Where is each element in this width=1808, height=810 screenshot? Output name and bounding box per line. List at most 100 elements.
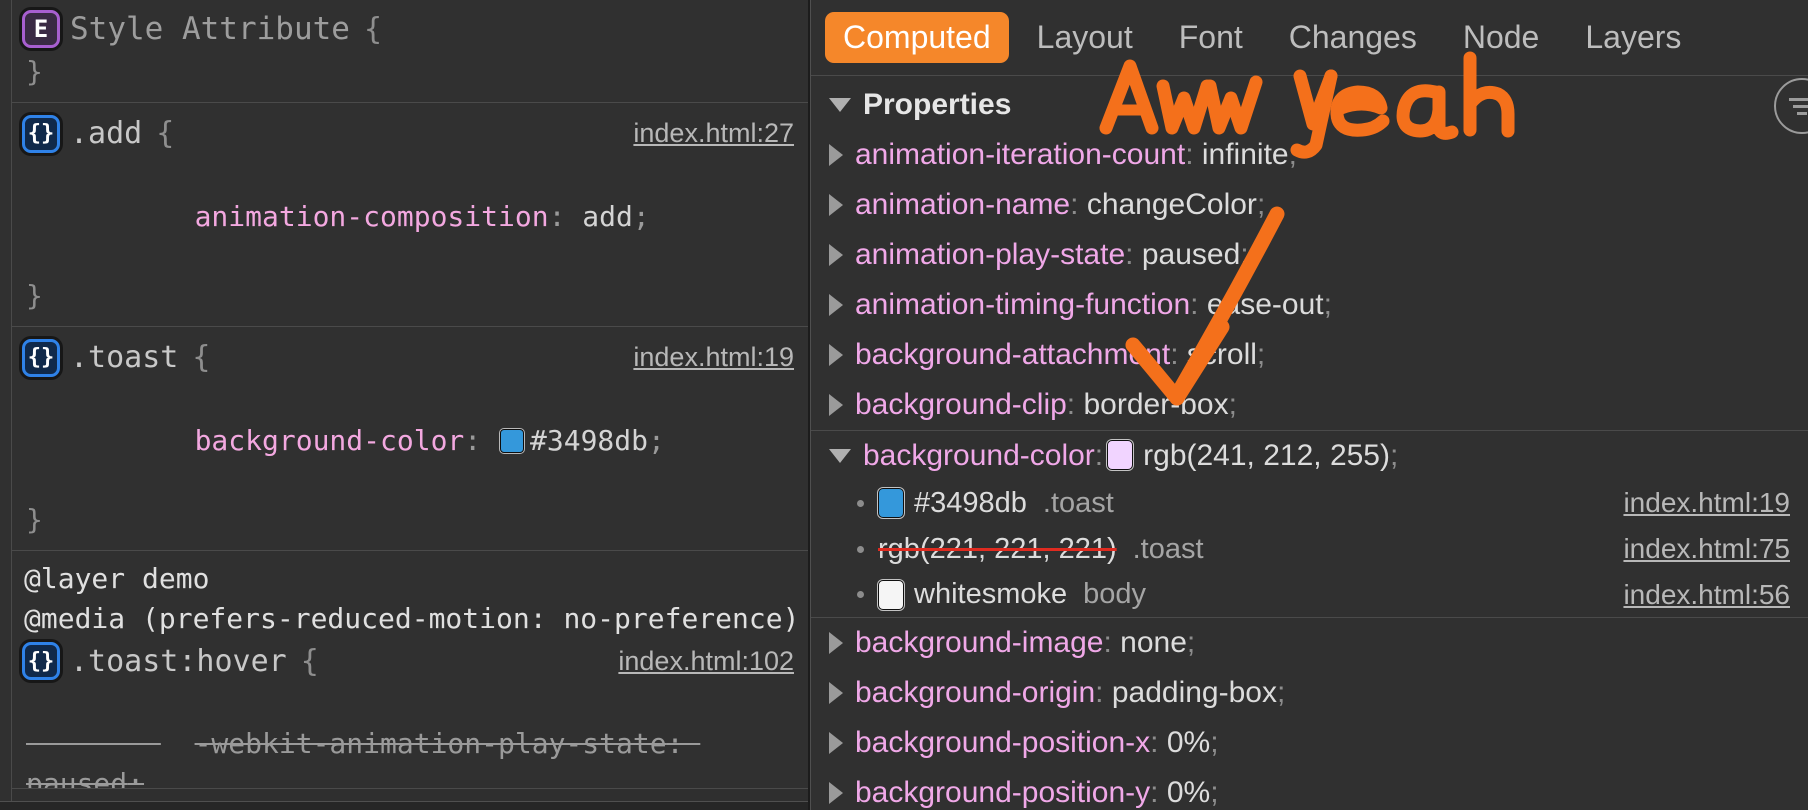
tab-font[interactable]: Font xyxy=(1161,12,1261,63)
computed-panel: Computed Layout Font Changes Node Layers… xyxy=(810,0,1808,810)
rule-selector-row[interactable]: {} .toast { index.html:19 xyxy=(12,335,808,381)
stylesheet-badge-icon: {} xyxy=(22,114,60,153)
declaration-property[interactable]: -webkit-animation-play-state xyxy=(195,727,667,760)
rule-selector-row[interactable]: {} .add { index.html:27 xyxy=(12,111,808,157)
color-swatch-icon[interactable] xyxy=(878,579,904,610)
chevron-right-icon[interactable] xyxy=(829,244,843,266)
chevron-right-icon[interactable] xyxy=(829,682,843,704)
computed-tabbar: Computed Layout Font Changes Node Layers xyxy=(811,0,1808,76)
computed-trace-row[interactable]: #3498db .toast index.html:19 xyxy=(811,480,1808,526)
computed-property-value[interactable]: padding-box xyxy=(1112,676,1277,709)
chevron-right-icon[interactable] xyxy=(829,344,843,366)
style-rule-add[interactable]: {} .add { index.html:27 animation-compos… xyxy=(12,103,808,327)
rule-selector[interactable]: .toast:hover xyxy=(70,644,287,679)
computed-property-row[interactable]: animation-timing-function: ease-out; xyxy=(811,280,1808,330)
source-link[interactable]: index.html:75 xyxy=(1623,533,1790,565)
style-rule-toast[interactable]: {} .toast { index.html:19 background-col… xyxy=(12,327,808,551)
declaration-property[interactable]: animation-composition xyxy=(195,200,549,233)
computed-property-name[interactable]: animation-timing-function xyxy=(855,288,1190,321)
computed-property-row[interactable]: background-image: none; xyxy=(811,618,1808,668)
rule-open-brace: { xyxy=(363,11,383,47)
chevron-down-icon[interactable] xyxy=(829,448,851,463)
computed-property-row[interactable]: animation-play-state: paused; xyxy=(811,230,1808,280)
computed-property-value[interactable]: none xyxy=(1120,626,1187,659)
computed-property-value[interactable]: 0% xyxy=(1167,726,1210,759)
declaration[interactable]: animation-composition: add; xyxy=(12,157,808,276)
computed-property-value[interactable]: paused xyxy=(1142,238,1240,271)
source-link[interactable]: index.html:56 xyxy=(1623,579,1790,611)
declaration[interactable]: background-color: #3498db; xyxy=(12,381,808,500)
chevron-right-icon[interactable] xyxy=(829,194,843,216)
computed-property-row[interactable]: background-attachment: scroll; xyxy=(811,330,1808,380)
computed-property-name[interactable]: background-position-y xyxy=(855,776,1150,809)
at-rule-layer: @layer demo xyxy=(24,561,210,595)
source-link[interactable]: index.html:102 xyxy=(618,646,794,677)
computed-trace-row-overridden[interactable]: rgb(221, 221, 221) .toast index.html:75 xyxy=(811,526,1808,572)
computed-property-value[interactable]: rgb(241, 212, 255) xyxy=(1143,439,1390,472)
computed-property-row[interactable]: background-position-x: 0%; xyxy=(811,718,1808,768)
source-link[interactable]: index.html:19 xyxy=(1623,487,1790,519)
styles-gutter xyxy=(0,0,12,810)
computed-property-row[interactable]: animation-name: changeColor; xyxy=(811,180,1808,230)
trace-selector[interactable]: .toast xyxy=(1133,533,1204,566)
rule-selector[interactable]: .toast xyxy=(70,340,178,375)
color-swatch-icon[interactable] xyxy=(500,428,524,453)
computed-property-name[interactable]: background-origin xyxy=(855,676,1095,709)
chevron-right-icon[interactable] xyxy=(829,782,843,804)
computed-property-row[interactable]: background-clip: border-box; xyxy=(811,380,1808,430)
chevron-down-icon[interactable] xyxy=(829,98,851,112)
tab-changes[interactable]: Changes xyxy=(1271,12,1435,63)
chevron-right-icon[interactable] xyxy=(829,632,843,654)
computed-property-value[interactable]: scroll xyxy=(1187,338,1257,371)
chevron-right-icon[interactable] xyxy=(829,144,843,166)
computed-property-value[interactable]: infinite xyxy=(1202,138,1289,171)
tab-computed[interactable]: Computed xyxy=(825,12,1009,63)
declaration-value[interactable]: add xyxy=(582,200,633,233)
computed-property-name[interactable]: background-image xyxy=(855,626,1103,659)
declaration-value[interactable]: #3498db xyxy=(530,424,648,457)
computed-property-name[interactable]: background-color xyxy=(863,439,1095,472)
computed-property-row[interactable]: background-position-y: 0%; xyxy=(811,768,1808,810)
style-rule-toast-hover[interactable]: @layer demo @media (prefers-reduced-moti… xyxy=(12,551,808,810)
computed-property-row[interactable]: background-origin: padding-box; xyxy=(811,668,1808,718)
trace-selector[interactable]: body xyxy=(1083,578,1146,611)
computed-property-value[interactable]: border-box xyxy=(1083,388,1228,421)
computed-properties-list: Properties animation-iteration-count: in… xyxy=(811,76,1808,810)
computed-property-name[interactable]: background-attachment xyxy=(855,338,1170,371)
rule-selector[interactable]: Style Attribute xyxy=(70,11,350,47)
computed-property-name[interactable]: background-clip xyxy=(855,388,1067,421)
rule-selector[interactable]: .add xyxy=(70,116,142,151)
trace-selector[interactable]: .toast xyxy=(1043,487,1114,520)
computed-property-value[interactable]: changeColor xyxy=(1087,188,1257,221)
chevron-right-icon[interactable] xyxy=(829,294,843,316)
computed-property-row[interactable]: animation-iteration-count: infinite; xyxy=(811,130,1808,180)
computed-property-value[interactable]: 0% xyxy=(1167,776,1210,809)
properties-section-header[interactable]: Properties xyxy=(811,82,1808,130)
rule-close-brace: } xyxy=(26,503,43,536)
computed-property-name[interactable]: animation-iteration-count xyxy=(855,138,1185,171)
tab-layers[interactable]: Layers xyxy=(1567,12,1699,63)
color-swatch-icon[interactable] xyxy=(878,488,904,518)
tab-layout[interactable]: Layout xyxy=(1019,12,1151,63)
trace-value[interactable]: whitesmoke xyxy=(914,578,1067,611)
computed-trace-row[interactable]: whitesmoke body index.html:56 xyxy=(811,572,1808,618)
styles-panel-scrollbar[interactable] xyxy=(0,801,808,810)
source-link[interactable]: index.html:27 xyxy=(633,118,794,149)
computed-property-name[interactable]: animation-name xyxy=(855,188,1070,221)
tab-node[interactable]: Node xyxy=(1445,12,1558,63)
rule-selector-row[interactable]: {} .toast:hover { index.html:102 xyxy=(12,638,808,684)
computed-property-value[interactable]: ease-out xyxy=(1207,288,1324,321)
style-rule-element-attribute[interactable]: E Style Attribute { } xyxy=(12,0,808,103)
rule-selector-row[interactable]: E Style Attribute { xyxy=(12,6,808,52)
source-link[interactable]: index.html:19 xyxy=(633,342,794,373)
trace-value[interactable]: #3498db xyxy=(914,487,1027,520)
chevron-right-icon[interactable] xyxy=(829,732,843,754)
trace-value[interactable]: rgb(221, 221, 221) xyxy=(878,533,1117,566)
trace-bullet-icon xyxy=(857,499,864,507)
computed-property-row-background-color[interactable]: background-color: rgb(241, 212, 255); xyxy=(811,430,1808,480)
computed-property-name[interactable]: animation-play-state xyxy=(855,238,1125,271)
chevron-right-icon[interactable] xyxy=(829,394,843,416)
computed-property-name[interactable]: background-position-x xyxy=(855,726,1150,759)
declaration-property[interactable]: background-color xyxy=(195,424,465,457)
color-swatch-icon[interactable] xyxy=(1107,439,1134,470)
